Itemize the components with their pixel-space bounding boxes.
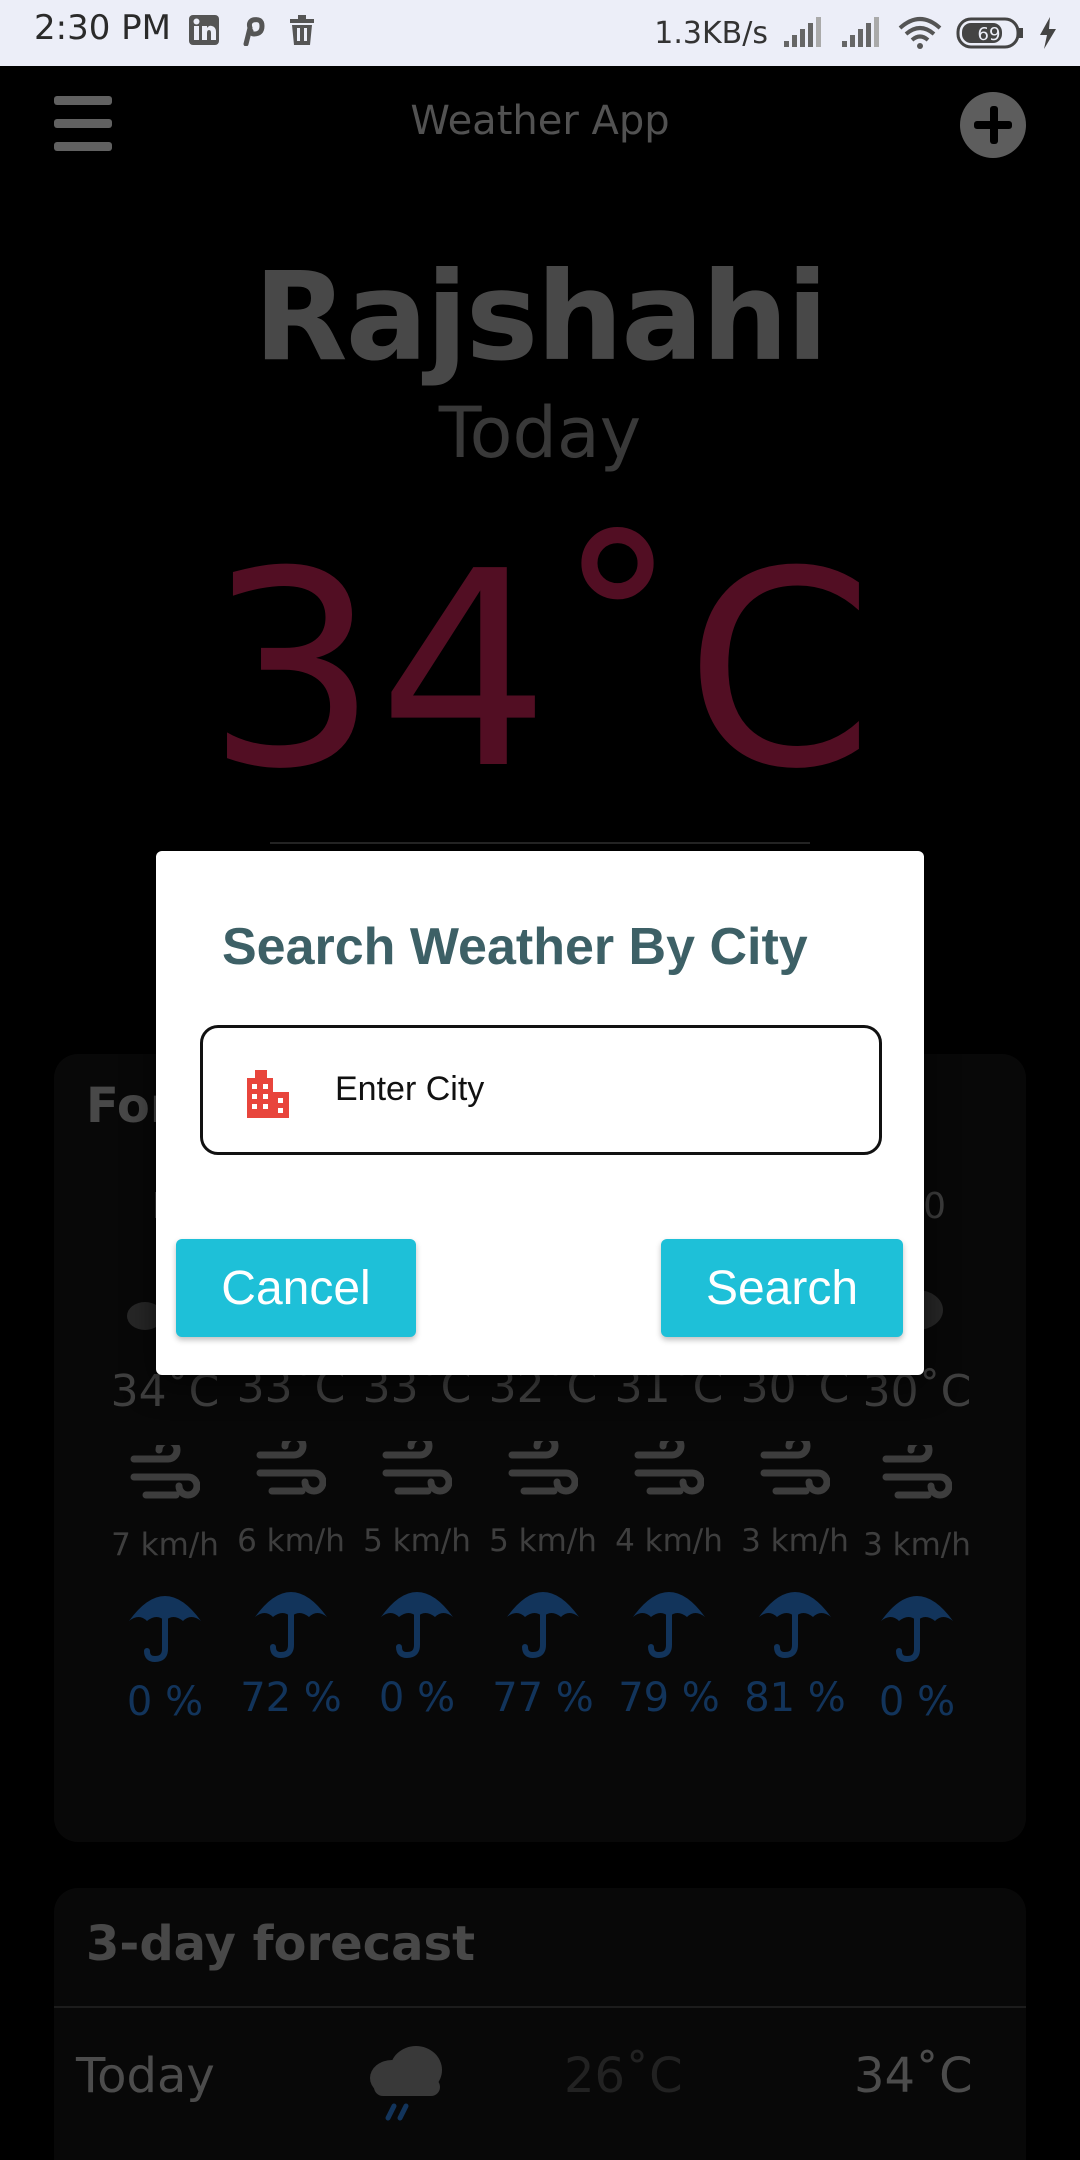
charging-icon — [1040, 17, 1056, 49]
linkedin-icon — [189, 15, 219, 45]
trash-icon — [290, 15, 314, 45]
cancel-button[interactable]: Cancel — [176, 1239, 416, 1337]
city-input-box[interactable] — [200, 1025, 882, 1155]
signal-icon — [784, 17, 821, 47]
svg-text:69: 69 — [978, 24, 1001, 45]
status-time: 2:30 PM — [34, 8, 171, 48]
city-input[interactable] — [335, 1070, 855, 1109]
search-city-dialog: Search Weather By City Cancel Search — [156, 851, 924, 1375]
status-bar: 2:30 PM 1.3KB/s 69 — [0, 0, 1080, 66]
signal-icon-2 — [842, 17, 879, 47]
wifi-icon — [898, 17, 942, 49]
search-button[interactable]: Search — [661, 1239, 903, 1337]
battery-icon: 69 — [956, 17, 1023, 49]
status-right: 1.3KB/s 69 — [654, 10, 1058, 56]
pinterest-icon — [243, 17, 265, 46]
city-building-icon — [247, 1070, 289, 1118]
network-speed: 1.3KB/s — [654, 15, 768, 51]
dialog-title: Search Weather By City — [222, 918, 808, 976]
